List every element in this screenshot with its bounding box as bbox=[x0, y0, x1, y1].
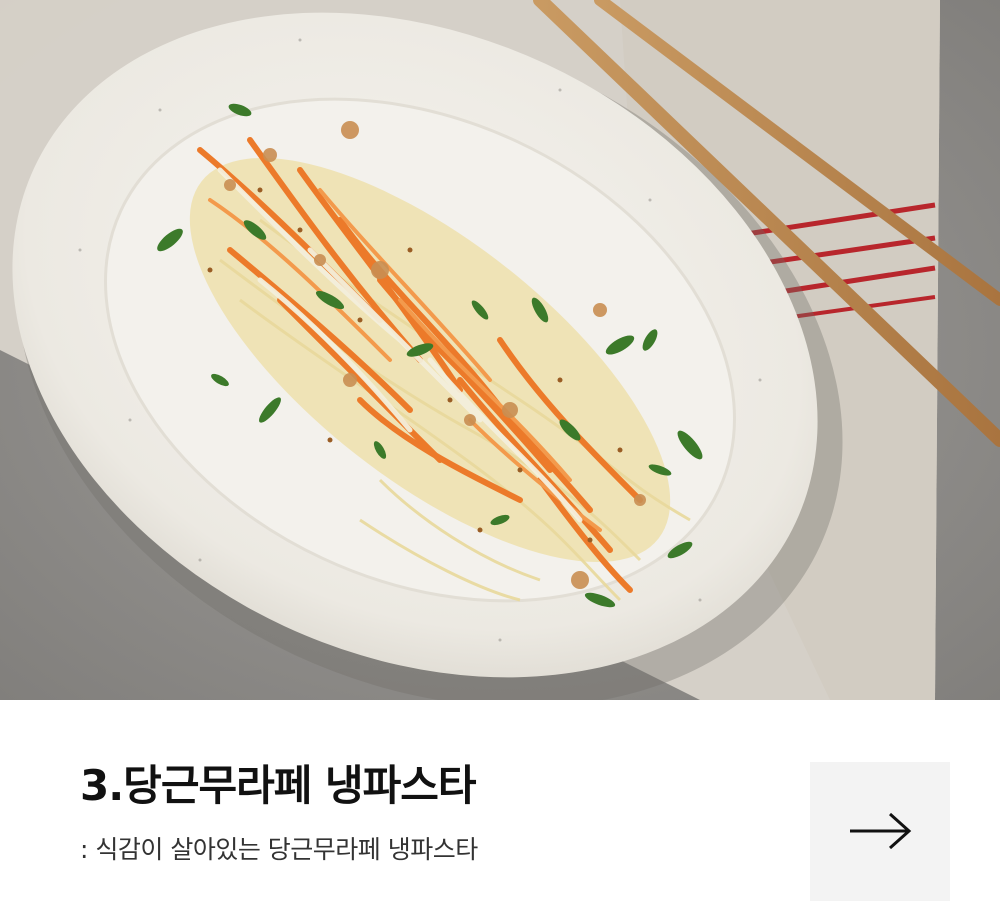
recipe-subtitle: : 식감이 살아있는 당근무라페 냉파스타 bbox=[80, 835, 478, 864]
arrow-right-icon bbox=[850, 812, 912, 850]
recipe-card[interactable]: 3.당근무라페 냉파스타 : 식감이 살아있는 당근무라페 냉파스타 bbox=[0, 0, 1000, 901]
recipe-title: 3.당근무라페 냉파스타 bbox=[80, 761, 477, 810]
recipe-caption: 3.당근무라페 냉파스타 : 식감이 살아있는 당근무라페 냉파스타 bbox=[0, 700, 1000, 901]
recipe-photo[interactable] bbox=[0, 0, 1000, 700]
view-recipe-button[interactable] bbox=[810, 762, 950, 901]
pasta-dish-image bbox=[0, 0, 1000, 700]
